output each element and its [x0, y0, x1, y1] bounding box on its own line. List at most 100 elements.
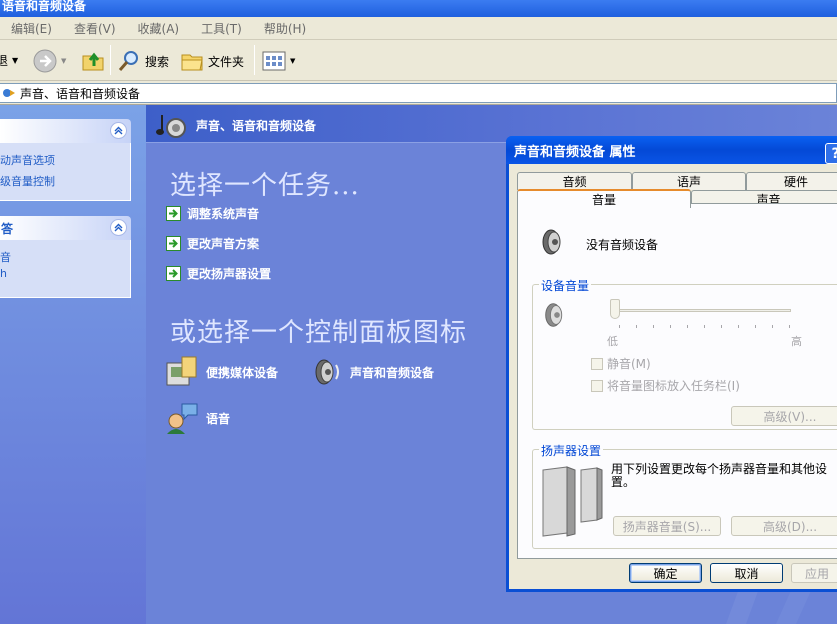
slider-tick [687, 325, 688, 328]
back-button[interactable]: 退 ▼ [0, 52, 18, 69]
slider-track [615, 309, 791, 312]
speaker-description: 用下列设置更改每个扬声器音量和其他设置。 [611, 462, 828, 489]
mute-checkbox[interactable]: 静音(M) [591, 355, 651, 372]
dropdown-arrow-icon: ▼ [12, 56, 19, 65]
slider-tick [738, 325, 739, 328]
tab-voice[interactable]: 语声 [632, 172, 746, 190]
menu-tools[interactable]: 工具(T) [201, 20, 242, 37]
chevron-up-icon [114, 223, 123, 232]
forward-button[interactable]: ▼ [33, 49, 66, 73]
task-change-speaker-settings[interactable]: 更改扬声器设置 [166, 265, 271, 282]
slider-tick [704, 325, 705, 328]
apply-button[interactable]: 应用 [791, 563, 837, 583]
task-change-sound-scheme[interactable]: 更改声音方案 [166, 235, 259, 252]
menu-favorites[interactable]: 收藏(A) [138, 20, 180, 37]
cancel-button[interactable]: 取消 [710, 563, 783, 583]
window-title-bar[interactable]: 语音和音频设备 [0, 0, 837, 17]
volume-slider[interactable] [607, 297, 799, 328]
button-label: 应用 [804, 566, 829, 581]
slider-tick [755, 325, 756, 328]
pick-task-heading: 选择一个任务... [170, 171, 360, 201]
slider-tick [789, 325, 790, 328]
green-arrow-icon [166, 266, 181, 281]
device-volume-group: 设备音量 低 高 静音(M) 将音量图标放入任务栏(I) 高级(V)... [532, 277, 837, 430]
slider-high-label: 高 [791, 335, 802, 348]
menu-bar: 编辑(E) 查看(V) 收藏(A) 工具(T) 帮助(H) [0, 17, 837, 40]
button-label: 高级(D)... [762, 519, 818, 534]
tray-icon-checkbox[interactable]: 将音量图标放入任务栏(I) [591, 377, 740, 394]
task-label: 更改扬声器设置 [187, 267, 272, 281]
speech-icon [167, 403, 198, 434]
slider-tick [619, 325, 620, 328]
ok-button[interactable]: 确定 [629, 563, 702, 583]
volume-tab-page: 没有音频设备 设备音量 低 高 静音(M) 将音量图标放入任务栏(I) 高级(V… [517, 203, 837, 559]
button-label: 高级(V)... [763, 409, 817, 424]
portable-media-icon [166, 356, 197, 386]
cp-label: 便携媒体设备 [206, 365, 279, 380]
speakers-icon [542, 466, 603, 537]
views-grid-icon [262, 51, 286, 71]
advanced-volume-button[interactable]: 高级(V)... [731, 406, 837, 426]
toolbar: 退 ▼ ▼ 搜索 文件夹 ▼ [0, 40, 837, 81]
cp-portable-media[interactable]: 便携媒体设备 [164, 355, 278, 389]
left-task-pane: 动声音选项 级音量控制 答 音 h [0, 105, 146, 624]
panel2-header[interactable]: 答 [0, 216, 131, 240]
collapse-button[interactable] [110, 219, 127, 236]
search-button[interactable]: 搜索 [117, 49, 169, 73]
green-arrow-icon [166, 236, 181, 251]
up-folder-icon [82, 52, 104, 71]
speaker-icon [542, 229, 561, 255]
folder-icon [181, 54, 203, 71]
mute-label: 静音(M) [607, 357, 651, 371]
pick-icon-heading: 或选择一个控制面板图标 [170, 318, 468, 348]
help-button[interactable]: ? [825, 143, 837, 164]
panel1-link-2[interactable]: 级音量控制 [0, 173, 55, 189]
views-button[interactable]: ▼ [262, 51, 295, 71]
checkbox-box [591, 379, 603, 392]
dialog-title-bar[interactable]: 声音和音频设备 属性 [506, 136, 837, 164]
device-volume-label: 设备音量 [539, 277, 592, 294]
up-folder-button[interactable] [81, 48, 105, 72]
tab-label: 音量 [591, 193, 616, 207]
address-path: 声音、语音和音频设备 [20, 86, 141, 101]
dialog-title: 声音和音频设备 属性 [514, 144, 636, 160]
chevron-up-icon [114, 126, 123, 135]
panel2-body: 音 h [0, 240, 131, 298]
tray-label: 将音量图标放入任务栏(I) [607, 379, 740, 393]
dropdown-arrow-icon: ▼ [290, 57, 296, 65]
folders-button[interactable]: 文件夹 [180, 49, 244, 73]
help-icon: ? [831, 146, 837, 162]
button-label: 扬声器音量(S)... [622, 519, 712, 534]
cp-sound-audio-devices[interactable]: 声音和音频设备 [310, 355, 434, 389]
folders-label: 文件夹 [208, 54, 245, 69]
category-title: 声音、语音和音频设备 [196, 119, 317, 133]
checkbox-box [591, 357, 603, 370]
toolbar-separator [254, 45, 255, 75]
panel2-title: 答 [1, 221, 14, 236]
panel2-link-1[interactable]: 音 [0, 249, 11, 265]
tab-audio[interactable]: 音频 [517, 172, 632, 190]
tab-label: 硬件 [783, 175, 808, 189]
menu-view[interactable]: 查看(V) [74, 20, 116, 37]
menu-help[interactable]: 帮助(H) [264, 20, 306, 37]
speaker-advanced-button[interactable]: 高级(D)... [731, 516, 837, 536]
slider-thumb[interactable] [610, 299, 620, 319]
collapse-button[interactable] [110, 122, 127, 139]
task-adjust-system-sound[interactable]: 调整系统声音 [166, 205, 259, 222]
panel1-link-1[interactable]: 动声音选项 [0, 152, 55, 168]
task-label: 更改声音方案 [187, 237, 260, 251]
back-label: 退 [0, 54, 9, 68]
search-label: 搜索 [145, 54, 170, 69]
cp-speech[interactable]: 语音 [164, 401, 230, 435]
menu-edit[interactable]: 编辑(E) [11, 20, 52, 37]
search-icon [118, 51, 138, 71]
speaker-settings-group: 扬声器设置 用下列设置更改每个扬声器音量和其他设置。 扬声器音量(S)... 高… [532, 442, 837, 549]
panel1-header[interactable] [0, 119, 131, 143]
speaker-volume-button[interactable]: 扬声器音量(S)... [613, 516, 721, 536]
control-panel-icon [3, 89, 15, 97]
panel2-link-2[interactable]: h [0, 267, 7, 280]
tab-volume[interactable]: 音量 [517, 189, 691, 208]
address-field[interactable]: 声音、语音和音频设备 [0, 83, 837, 103]
tab-hardware[interactable]: 硬件 [746, 172, 837, 190]
cp-label: 语音 [206, 411, 231, 426]
